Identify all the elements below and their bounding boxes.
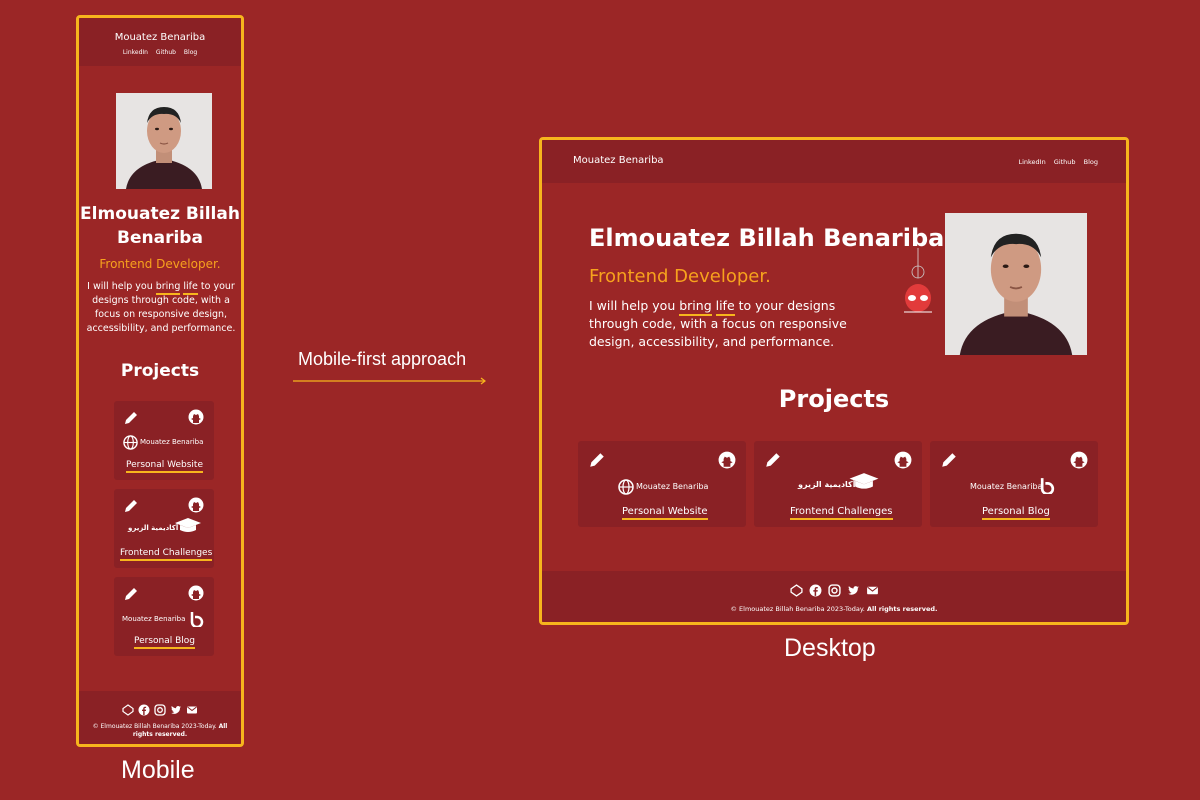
twitter-icon[interactable]	[170, 701, 182, 720]
social-icons	[79, 701, 241, 720]
nav-github[interactable]: Github	[156, 49, 176, 56]
project-card-frontend-challenges: أكاديمية الزيرو Frontend Challenges	[754, 441, 922, 527]
desktop-label: Desktop	[784, 634, 876, 662]
blog-logo-icon	[190, 611, 204, 631]
project-card-frontend-challenges: أكاديمية الزيرو Frontend Challenges	[114, 489, 214, 568]
instagram-icon[interactable]	[154, 701, 166, 720]
personal-blog-link[interactable]: Personal Blog	[134, 636, 196, 649]
edit-icon[interactable]	[123, 586, 139, 606]
project-card-personal-blog: Mouatez Benariba Personal Blog	[930, 441, 1098, 527]
hero-name-line1: Elmouatez Billah	[80, 204, 240, 224]
project-card-personal-blog: Mouatez Benariba Personal Blog	[114, 577, 214, 656]
project-logo-text: أكاديمية الزيرو	[798, 480, 856, 489]
mobile-footer: © Elmouatez Billah Benariba 2023-Today. …	[79, 691, 241, 744]
project-card-personal-website: Mouatez Benariba Personal Website	[114, 401, 214, 480]
intro-highlight-bring: bring	[155, 281, 181, 295]
intro-text: I will help you	[589, 298, 680, 313]
hero-role: Frontend Developer.	[99, 257, 221, 271]
codepen-icon[interactable]	[789, 582, 803, 601]
github-icon[interactable]	[718, 451, 736, 473]
nav-linkedin[interactable]: LinkedIn	[1018, 158, 1045, 166]
blog-logo-icon	[1040, 477, 1055, 498]
nav-linkedin[interactable]: LinkedIn	[123, 49, 148, 56]
github-icon[interactable]	[188, 497, 204, 517]
project-logo-text: Mouatez Benariba	[140, 438, 204, 446]
edit-icon[interactable]	[123, 498, 139, 518]
github-icon[interactable]	[1070, 451, 1088, 473]
hero-name-line2: Benariba	[117, 228, 203, 248]
nav-github[interactable]: Github	[1054, 158, 1076, 166]
frontend-challenges-link[interactable]: Frontend Challenges	[790, 506, 893, 520]
profile-photo	[116, 93, 212, 189]
copyright: © Elmouatez Billah Benariba 2023-Today. …	[85, 723, 235, 739]
project-logo-text: أكاديمية الزيرو	[128, 524, 179, 532]
instagram-icon[interactable]	[827, 582, 841, 601]
email-icon[interactable]	[866, 582, 879, 601]
personal-website-link[interactable]: Personal Website	[126, 460, 203, 473]
arrow-icon	[293, 377, 486, 385]
edit-icon[interactable]	[764, 451, 782, 473]
facebook-icon[interactable]	[138, 701, 150, 720]
intro-highlight-bring: bring	[679, 298, 712, 316]
social-icons	[542, 582, 1126, 601]
desktop-header: Mouatez Benariba LinkedIn Github Blog	[542, 140, 1126, 183]
project-logo-text: Mouatez Benariba	[970, 482, 1043, 491]
desktop-nav: LinkedIn Github Blog	[1012, 158, 1098, 166]
edit-icon[interactable]	[123, 410, 139, 430]
profile-photo	[945, 213, 1087, 355]
mobile-preview-frame: Mouatez Benariba LinkedIn Github Blog El…	[76, 15, 244, 747]
projects-heading: Projects	[778, 385, 890, 413]
copyright: © Elmouatez Billah Benariba 2023-Today. …	[542, 605, 1126, 613]
brand-name[interactable]: Mouatez Benariba	[79, 32, 241, 43]
rights-text: All rights reserved.	[866, 605, 938, 613]
facebook-icon[interactable]	[809, 582, 822, 601]
edit-icon[interactable]	[940, 451, 958, 473]
hero-name: Elmouatez Billah Benariba	[589, 224, 945, 252]
desktop-footer: © Elmouatez Billah Benariba 2023-Today. …	[542, 571, 1126, 622]
globe-icon	[618, 479, 634, 499]
hero-name: Elmouatez Billah Benariba	[79, 202, 241, 250]
edit-icon[interactable]	[588, 451, 606, 473]
twitter-icon[interactable]	[847, 582, 860, 601]
intro-highlight-life: life	[183, 281, 198, 295]
codepen-icon[interactable]	[122, 701, 134, 720]
mobile-header: Mouatez Benariba LinkedIn Github Blog	[79, 18, 241, 66]
email-icon[interactable]	[186, 701, 198, 720]
mobile-nav: LinkedIn Github Blog	[79, 49, 241, 56]
hero-intro: I will help you bring life to your desig…	[85, 280, 237, 336]
desktop-preview-frame: Mouatez Benariba LinkedIn Github Blog El…	[539, 137, 1129, 625]
globe-icon	[123, 435, 138, 454]
github-icon[interactable]	[188, 585, 204, 605]
copyright-text: © Elmouatez Billah Benariba 2023-Today.	[730, 605, 865, 613]
mobile-label: Mobile	[121, 756, 195, 784]
project-logo-text: Mouatez Benariba	[636, 482, 709, 491]
projects-heading: Projects	[120, 361, 200, 381]
spider-ornament-icon	[904, 248, 932, 313]
github-icon[interactable]	[188, 409, 204, 429]
nav-blog[interactable]: Blog	[1084, 158, 1098, 166]
hero-intro: I will help you bring life to your desig…	[589, 297, 849, 351]
nav-blog[interactable]: Blog	[184, 49, 197, 56]
intro-text: I will help you	[87, 281, 156, 292]
personal-blog-link[interactable]: Personal Blog	[982, 506, 1050, 520]
brand-name[interactable]: Mouatez Benariba	[573, 155, 664, 166]
intro-highlight-life: life	[715, 298, 735, 316]
frontend-challenges-link[interactable]: Frontend Challenges	[120, 548, 213, 561]
personal-website-link[interactable]: Personal Website	[622, 506, 708, 520]
hero-role: Frontend Developer.	[589, 266, 771, 287]
project-logo-text: Mouatez Benariba	[122, 615, 186, 623]
github-icon[interactable]	[894, 451, 912, 473]
copyright-text: © Elmouatez Billah Benariba 2023-Today.	[92, 723, 217, 730]
approach-label: Mobile-first approach	[298, 349, 467, 369]
project-card-personal-website: Mouatez Benariba Personal Website	[578, 441, 746, 527]
